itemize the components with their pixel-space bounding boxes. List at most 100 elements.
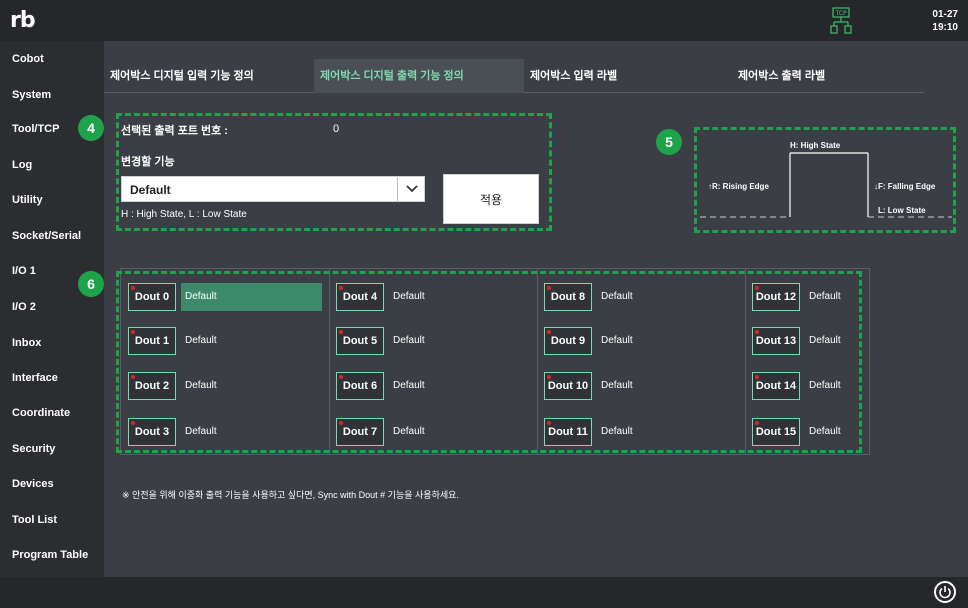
dout-function-value[interactable]: Default bbox=[389, 372, 425, 400]
status-indicator-dot bbox=[131, 330, 135, 334]
badge-5: 5 bbox=[656, 129, 682, 155]
tab-output-label[interactable]: 제어박스 출력 라벨 bbox=[732, 59, 831, 93]
dout-label: Dout 13 bbox=[755, 335, 797, 347]
dout-label: Dout 11 bbox=[548, 426, 588, 438]
sidebar-item-log[interactable]: Log bbox=[12, 159, 32, 171]
dout-button[interactable]: Dout 2 bbox=[128, 372, 176, 400]
dout-button[interactable]: Dout 11 bbox=[544, 418, 592, 446]
dout-function-value[interactable]: Default bbox=[181, 327, 217, 355]
sidebar-item-devices[interactable]: Devices bbox=[12, 478, 54, 490]
status-indicator-dot bbox=[547, 286, 551, 290]
sidebar-item-interface[interactable]: Interface bbox=[12, 372, 58, 384]
high-state-label: H: High State bbox=[790, 141, 841, 150]
sidebar-item-socket-serial[interactable]: Socket/Serial bbox=[12, 230, 81, 242]
dout-label: Dout 8 bbox=[550, 291, 586, 303]
power-icon bbox=[939, 586, 951, 599]
status-indicator-dot bbox=[755, 375, 759, 379]
tcp-icon-text: TCP bbox=[834, 10, 847, 17]
status-indicator-dot bbox=[339, 375, 343, 379]
status-indicator-dot bbox=[755, 330, 759, 334]
dout-button[interactable]: Dout 9 bbox=[544, 327, 592, 355]
apply-button[interactable]: 적용 bbox=[443, 174, 539, 224]
selected-port-label: 선택된 출력 포트 번호 : bbox=[121, 125, 228, 137]
sidebar-item-cobot[interactable]: Cobot bbox=[12, 53, 44, 65]
sidebar-item-io1[interactable]: I/O 1 bbox=[12, 265, 36, 277]
main-panel: 제어박스 디지털 입력 기능 정의 제어박스 디지털 출력 기능 정의 제어박스… bbox=[78, 41, 968, 577]
dout-label: Dout 4 bbox=[342, 291, 378, 303]
dout-function-value[interactable]: Default bbox=[805, 327, 841, 355]
status-indicator-dot bbox=[755, 286, 759, 290]
sidebar-item-utility[interactable]: Utility bbox=[12, 194, 43, 206]
dout-label: Dout 5 bbox=[342, 335, 378, 347]
dout-function-value[interactable]: Default bbox=[389, 418, 425, 446]
sidebar-item-tool-tcp[interactable]: Tool/TCP bbox=[12, 123, 59, 135]
dout-function-value[interactable]: Default bbox=[597, 327, 633, 355]
power-button[interactable] bbox=[934, 581, 956, 603]
function-label: 변경할 기능 bbox=[121, 156, 175, 168]
chevron-down-icon bbox=[406, 185, 418, 193]
clock: 01-27 19:10 bbox=[932, 8, 958, 34]
dout-button[interactable]: Dout 15 bbox=[752, 418, 800, 446]
dout-button[interactable]: Dout 4 bbox=[336, 283, 384, 311]
dout-label: Dout 6 bbox=[342, 380, 378, 392]
dout-label: Dout 9 bbox=[550, 335, 586, 347]
top-bar: rb TCP 01-27 19:10 bbox=[0, 0, 968, 41]
safety-note: ※ 안전을 위해 이중화 출력 기능을 사용하고 싶다면, Sync with … bbox=[122, 490, 459, 500]
status-indicator-dot bbox=[547, 330, 551, 334]
dout-button[interactable]: Dout 5 bbox=[336, 327, 384, 355]
dout-button[interactable]: Dout 0 bbox=[128, 283, 176, 311]
status-indicator-dot bbox=[755, 421, 759, 425]
dout-function-value[interactable]: Default bbox=[181, 283, 322, 311]
status-indicator-dot bbox=[547, 421, 551, 425]
dout-button[interactable]: Dout 10 bbox=[544, 372, 592, 400]
dout-button[interactable]: Dout 14 bbox=[752, 372, 800, 400]
state-legend: H : High State, L : Low State bbox=[121, 209, 247, 220]
sidebar-item-tool-list[interactable]: Tool List bbox=[12, 514, 57, 526]
dout-function-value[interactable]: Default bbox=[389, 327, 425, 355]
dout-button[interactable]: Dout 3 bbox=[128, 418, 176, 446]
dout-label: Dout 14 bbox=[755, 380, 797, 392]
falling-edge-label: ↓F: Falling Edge bbox=[874, 182, 936, 191]
status-indicator-dot bbox=[131, 421, 135, 425]
dout-label: Dout 7 bbox=[342, 426, 378, 438]
sidebar-item-coordinate[interactable]: Coordinate bbox=[12, 407, 70, 419]
tab-digital-input-function[interactable]: 제어박스 디지털 입력 기능 정의 bbox=[104, 59, 260, 93]
tab-digital-output-function[interactable]: 제어박스 디지털 출력 기능 정의 bbox=[314, 59, 524, 93]
dout-label: Dout 15 bbox=[755, 426, 797, 438]
dout-label: Dout 10 bbox=[547, 380, 589, 392]
sidebar-item-io2[interactable]: I/O 2 bbox=[12, 301, 36, 313]
dout-button[interactable]: Dout 13 bbox=[752, 327, 800, 355]
dout-button[interactable]: Dout 8 bbox=[544, 283, 592, 311]
tcp-network-icon: TCP bbox=[830, 7, 852, 35]
function-select[interactable]: Default bbox=[121, 176, 425, 202]
select-separator bbox=[397, 177, 398, 201]
status-indicator-dot bbox=[339, 421, 343, 425]
clock-date: 01-27 bbox=[932, 9, 958, 20]
tab-bar: 제어박스 디지털 입력 기능 정의 제어박스 디지털 출력 기능 정의 제어박스… bbox=[104, 59, 924, 93]
low-state-label: L: Low State bbox=[878, 206, 926, 215]
dout-button[interactable]: Dout 7 bbox=[336, 418, 384, 446]
dout-function-value[interactable]: Default bbox=[805, 283, 841, 311]
clock-time: 19:10 bbox=[932, 22, 958, 33]
dout-label: Dout 3 bbox=[134, 426, 170, 438]
dout-label: Dout 0 bbox=[134, 291, 170, 303]
dout-function-value[interactable]: Default bbox=[181, 418, 217, 446]
sidebar-item-program-table[interactable]: Program Table bbox=[12, 549, 88, 561]
dout-button[interactable]: Dout 12 bbox=[752, 283, 800, 311]
dout-function-value[interactable]: Default bbox=[597, 283, 633, 311]
dout-button[interactable]: Dout 6 bbox=[336, 372, 384, 400]
status-indicator-dot bbox=[339, 330, 343, 334]
dout-function-value[interactable]: Default bbox=[389, 283, 425, 311]
dout-function-value[interactable]: Default bbox=[805, 372, 841, 400]
dout-function-value[interactable]: Default bbox=[597, 372, 633, 400]
dout-function-value[interactable]: Default bbox=[805, 418, 841, 446]
sidebar-item-system[interactable]: System bbox=[12, 89, 51, 101]
sidebar-item-security[interactable]: Security bbox=[12, 443, 55, 455]
sidebar-item-inbox[interactable]: Inbox bbox=[12, 337, 41, 349]
dout-button[interactable]: Dout 1 bbox=[128, 327, 176, 355]
status-indicator-dot bbox=[547, 375, 551, 379]
rising-edge-label: ↑R: Rising Edge bbox=[708, 182, 769, 191]
tab-input-label[interactable]: 제어박스 입력 라벨 bbox=[524, 59, 623, 93]
dout-function-value[interactable]: Default bbox=[597, 418, 633, 446]
dout-function-value[interactable]: Default bbox=[181, 372, 217, 400]
